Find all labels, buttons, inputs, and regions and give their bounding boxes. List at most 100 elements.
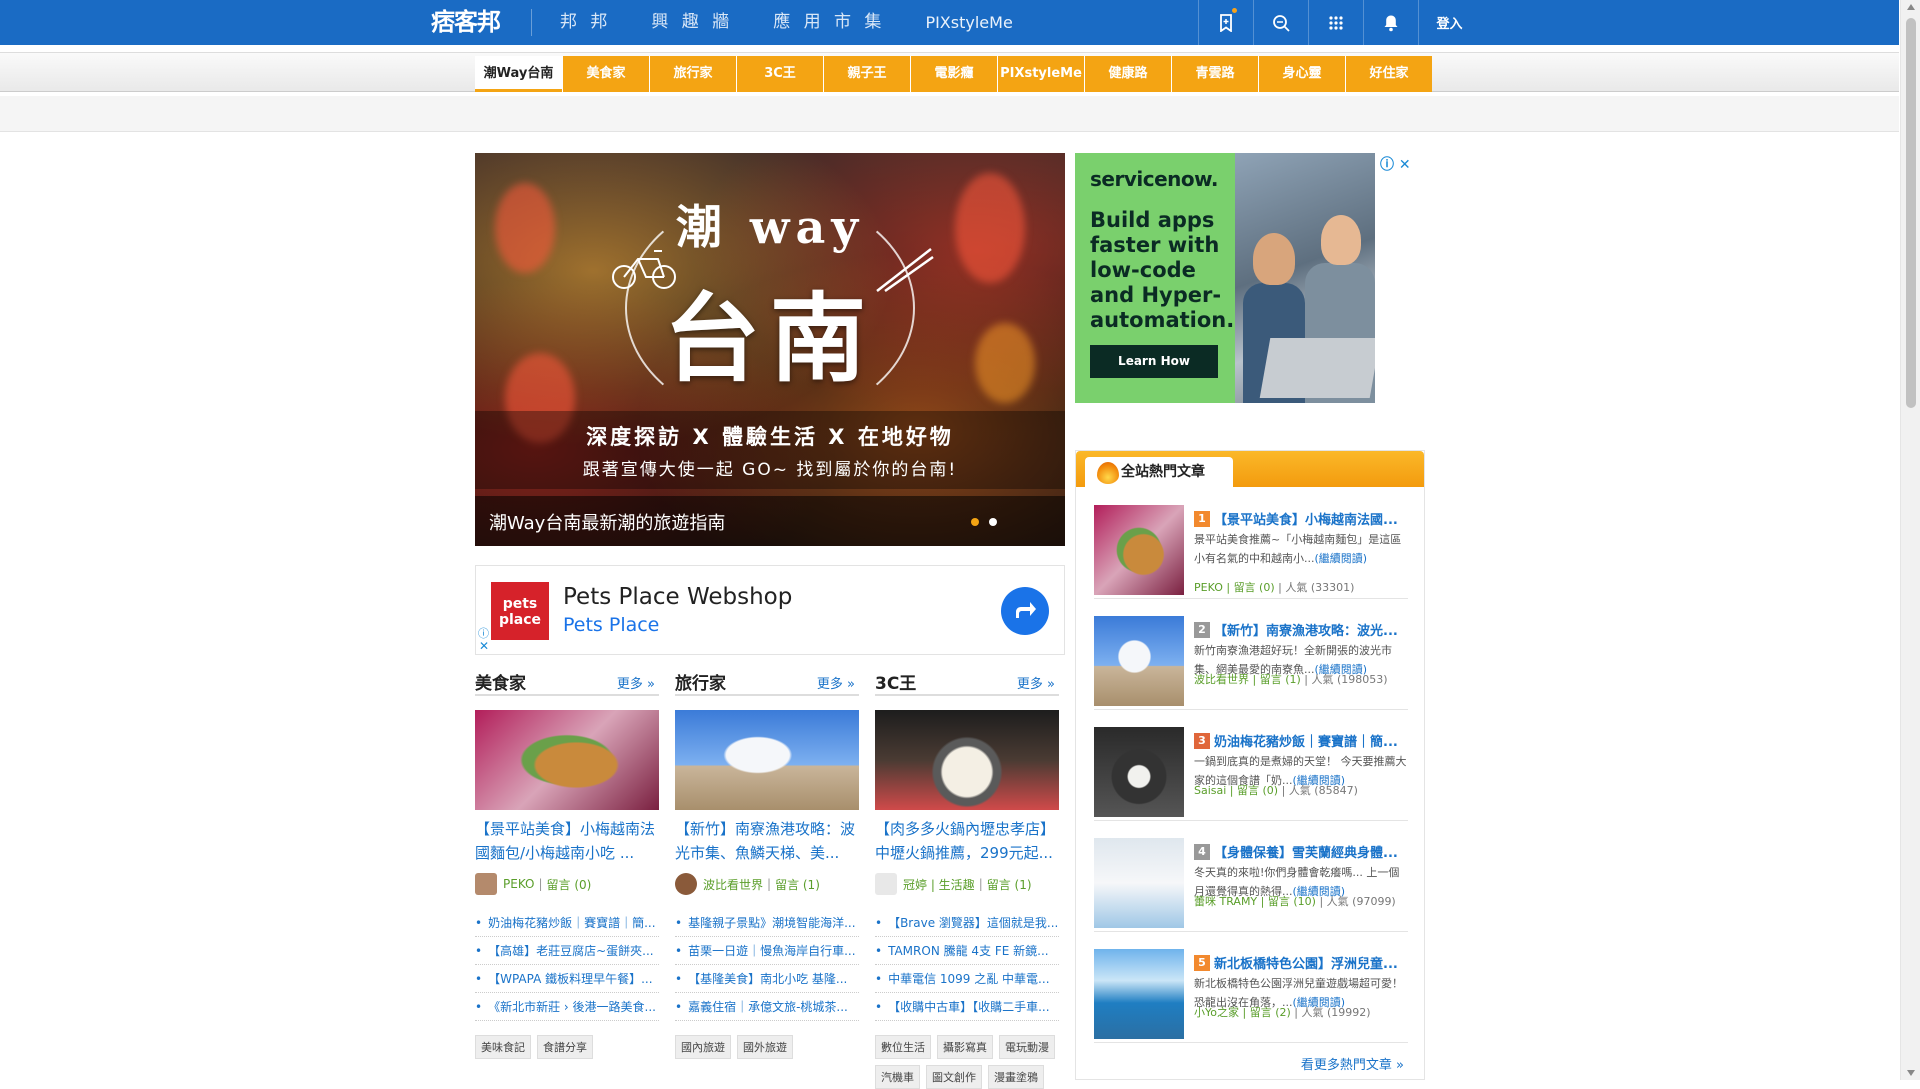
author-name[interactable]: PEKO [503,877,534,891]
tag[interactable]: 汽機車 [875,1065,920,1089]
hot-article-thumbnail[interactable] [1094,727,1184,817]
tab-3c[interactable]: 3C王 [736,56,823,92]
list-item[interactable]: 【Brave 瀏覽器】這個就是我... [875,909,1059,937]
author-name[interactable]: Saisai [1194,784,1226,797]
hero-caption[interactable]: 潮Way台南最新潮的旅遊指南 [489,509,725,535]
tag[interactable]: 電玩動漫 [999,1035,1055,1059]
servicenow-ad[interactable]: servicenow. Build apps faster with low-c… [1075,153,1375,403]
scroll-up-icon[interactable] [1907,4,1915,10]
avatar[interactable] [675,873,697,895]
list-item[interactable]: 苗栗一日遊｜慢魚海岸自行車... [675,937,859,965]
tab-career[interactable]: 青雲路 [1171,56,1258,92]
article-title-link[interactable]: 【景平站美食】小梅越南法國麵包/小梅越南小吃 ... [475,817,659,865]
author-name[interactable]: 波比看世界 [703,876,763,893]
article-thumbnail[interactable] [875,710,1059,810]
nav-bangbang[interactable]: 邦 邦 [560,0,611,45]
tab-parenting[interactable]: 親子王 [823,56,910,92]
tab-health[interactable]: 健康路 [1084,56,1171,92]
tab-chaoway-tainan[interactable]: 潮Way台南 [475,56,562,92]
comment-count[interactable]: 留言 (0) [547,876,592,893]
tag[interactable]: 攝影寫真 [937,1035,993,1059]
avatar[interactable] [875,873,897,895]
more-hot-articles-link[interactable]: 看更多熱門文章 » [1301,1054,1404,1073]
pets-place-ad[interactable]: pets place Pets Place Webshop Pets Place… [475,565,1065,655]
carousel-dot-2[interactable] [989,518,997,526]
ad-cta-button[interactable]: Learn How [1090,345,1218,378]
info-icon[interactable]: ⓘ [1380,157,1394,173]
hot-article-thumbnail[interactable] [1094,616,1184,706]
article-title-link[interactable]: 【肉多多火鍋內壢忠孝店】中壢火鍋推薦，299元起... [875,817,1059,865]
pets-ad-subtitle[interactable]: Pets Place [563,614,659,636]
hero-carousel[interactable]: 潮 way 台南 深度探訪 X 體驗生活 X 在地好物 跟著宣傳大使一起 GO~… [475,153,1065,546]
tag[interactable]: 數位生活 [875,1035,931,1059]
comment-count[interactable]: 留言 (0) [1234,581,1275,594]
comment-count[interactable]: 留言 (1) [775,876,820,893]
carousel-dot-1[interactable] [971,518,979,526]
pets-ad-title[interactable]: Pets Place Webshop [563,584,792,610]
author-name[interactable]: 冠婷 | 生活趣 [903,876,975,893]
hot-article-title[interactable]: 新北板橋特色公園】浮洲兒童... [1214,953,1408,972]
tag[interactable]: 圖文創作 [926,1065,982,1089]
hot-article-thumbnail[interactable] [1094,949,1184,1039]
hot-article-title[interactable]: 【新竹】南寮漁港攻略：波光... [1214,620,1408,639]
page-scrollbar[interactable] [1900,0,1920,1080]
avatar[interactable] [475,873,497,895]
tag[interactable]: 國內旅遊 [675,1035,731,1059]
tab-hot-articles[interactable]: 全站熱門文章 [1085,457,1233,487]
more-link[interactable]: 更多 » [817,673,855,692]
tab-movies[interactable]: 電影癮 [910,56,997,92]
list-item[interactable]: 基隆親子景點》潮境智能海洋... [675,909,859,937]
hot-article-title[interactable]: 【身體保養】雪芙蘭經典身體... [1214,842,1408,861]
notifications-button[interactable] [1363,0,1418,45]
author-name[interactable]: PEKO [1194,581,1223,594]
pixnet-logo[interactable]: 痞客邦 [425,6,506,38]
hot-article-thumbnail[interactable] [1094,838,1184,928]
list-item[interactable]: 奶油梅花豬炒飯｜賽寶譜｜簡... [475,909,659,937]
login-button[interactable]: 登入 [1418,0,1480,45]
pets-ad-go-button[interactable] [1001,587,1049,635]
article-title-link[interactable]: 【新竹】南寮漁港攻略：波光市集、魚鱗天梯、美... [675,817,859,865]
tag[interactable]: 漫畫塗鴉 [988,1065,1044,1089]
comment-count[interactable]: 留言 (2) [1250,1006,1291,1019]
close-icon[interactable]: ✕ [1399,157,1411,173]
list-item[interactable]: 【WPAPA 鐵板料理早午餐】... [475,965,659,993]
scroll-down-icon[interactable] [1907,1070,1915,1076]
comment-count[interactable]: 留言 (0) [1237,784,1278,797]
tab-pixstyleme[interactable]: PIXstyleMe [997,56,1084,92]
more-link[interactable]: 更多 » [1017,673,1055,692]
hot-article-thumbnail[interactable] [1094,505,1184,595]
list-item[interactable]: 中華電信 1099 之亂 中華電... [875,965,1059,993]
tab-travel[interactable]: 旅行家 [649,56,736,92]
list-item[interactable]: 嘉義住宿｜承億文旅-桃城茶... [675,993,859,1021]
tab-home[interactable]: 好住家 [1345,56,1432,92]
ad-close-icon[interactable]: ✕ [479,639,489,653]
comment-count[interactable]: 留言 (1) [1260,673,1301,686]
scrollbar-thumb[interactable] [1906,18,1916,408]
nav-interest-wall[interactable]: 興 趣 牆 [651,0,733,45]
comment-count[interactable]: 留言 (1) [987,876,1032,893]
search-button[interactable] [1253,0,1308,45]
hot-article-title[interactable]: 【景平站美食】小梅越南法國... [1214,509,1408,528]
list-item[interactable]: TAMRON 騰龍 4支 FE 新鏡... [875,937,1059,965]
tag[interactable]: 食譜分享 [537,1035,593,1059]
author-name[interactable]: 蕾咪 TRAMY [1194,895,1257,908]
tab-food[interactable]: 美食家 [562,56,649,92]
nav-app-market[interactable]: 應 用 市 集 [773,0,885,45]
more-link[interactable]: 更多 » [617,673,655,692]
apps-button[interactable] [1308,0,1363,45]
list-item[interactable]: 【高雄】老莊豆腐店~蛋餅夾... [475,937,659,965]
author-name[interactable]: 小Yo之家 [1194,1006,1239,1019]
article-thumbnail[interactable] [675,710,859,810]
read-more-link[interactable]: (繼續閱讀) [1315,552,1368,565]
tag[interactable]: 美味食記 [475,1035,531,1059]
author-name[interactable]: 波比看世界 [1194,673,1249,686]
article-thumbnail[interactable] [475,710,659,810]
comment-count[interactable]: 留言 (10) [1268,895,1316,908]
hot-article-title[interactable]: 奶油梅花豬炒飯｜賽寶譜｜簡... [1214,731,1408,750]
list-item[interactable]: 【收購中古車】【收購二手車... [875,993,1059,1021]
list-item[interactable]: 【基隆美食】南北小吃 基隆... [675,965,859,993]
nav-pixstyleme[interactable]: PIXstyleMe [925,0,1012,45]
list-item[interactable]: 《新北市新莊 › 後港一路美食... [475,993,659,1021]
tag[interactable]: 國外旅遊 [737,1035,793,1059]
bookmark-button[interactable] [1198,0,1253,45]
